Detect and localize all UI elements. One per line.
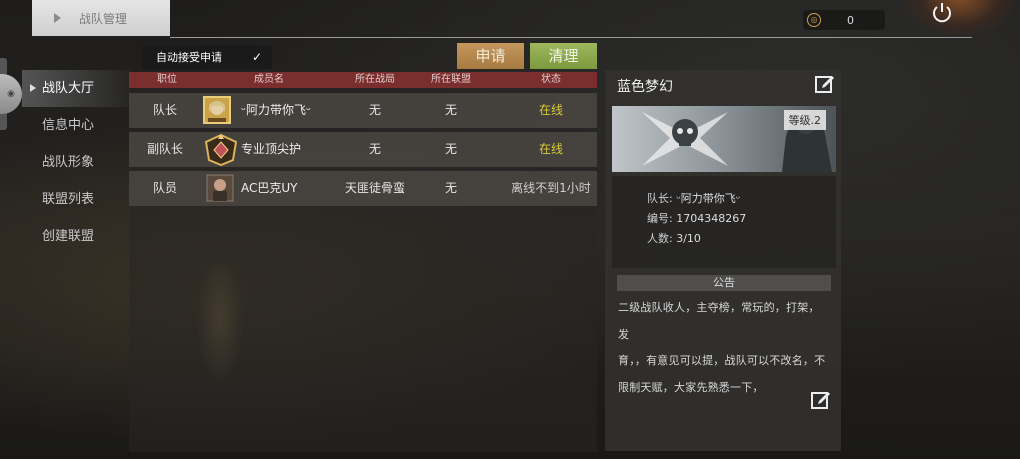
team-level-badge: 等级.2 — [783, 110, 826, 130]
member-count-value: 3/10 — [676, 232, 701, 245]
member-name: AC巴克UY — [241, 181, 298, 195]
table-row[interactable]: 队长 ᵕ阿力带你飞ᵕ 无 无 在线 — [129, 93, 597, 128]
edit-notice-icon[interactable] — [811, 389, 831, 409]
clear-button[interactable]: 清理 — [530, 43, 597, 69]
member-position: 副队长 — [146, 142, 183, 156]
column-header-name: 成员名 — [254, 74, 284, 85]
sidebar-item-label: 创建联盟 — [42, 229, 95, 244]
notice-line: 二级战队收人，主夺榜，常玩的，打架，发 — [618, 301, 820, 341]
member-match: 无 — [368, 103, 381, 117]
member-status: 在线 — [538, 103, 563, 117]
sidebar-item-create-alliance[interactable]: 创建联盟 — [22, 218, 130, 255]
header-divider — [170, 37, 972, 38]
team-id-line: 编号: 1704348267 — [647, 210, 746, 226]
notice-line: 育，，有意见可以提，战队可以不改名，不 — [618, 354, 826, 367]
leader-value: ᵕ阿力带你飞ᵕ — [676, 192, 741, 205]
sidebar-item-alliance-list[interactable]: 联盟列表 — [22, 181, 130, 218]
window-title: 战队管理 — [79, 11, 128, 26]
team-info-panel: 蓝色梦幻 等级.2 队长: ᵕ阿力带你飞ᵕ 编号: 1704348267 人数: — [605, 70, 841, 451]
column-header-status: 状态 — [541, 74, 561, 85]
window-title-tab[interactable]: 战队管理 — [32, 0, 170, 36]
member-avatar-icon — [203, 96, 231, 124]
vice-captain-badge-icon — [204, 134, 238, 166]
member-match: 无 — [368, 142, 381, 156]
column-header-position: 职位 — [157, 74, 177, 85]
power-icon[interactable] — [931, 2, 953, 24]
member-count-label: 人数: — [647, 232, 673, 245]
member-position: 队长 — [152, 103, 177, 117]
coin-icon: ◎ — [807, 13, 821, 27]
team-id-value: 1704348267 — [676, 212, 747, 225]
auto-accept-label: 自动接受申请 — [156, 51, 222, 64]
team-name: 蓝色梦幻 — [617, 79, 673, 95]
sidebar-item-label: 战队形象 — [42, 155, 95, 170]
table-row[interactable]: 副队长 专业顶尖护 无 无 在线 — [129, 132, 597, 167]
member-alliance: 无 — [444, 142, 457, 156]
team-banner: 等级.2 — [612, 106, 836, 172]
top-bar: 战队管理 ◎ 0 — [0, 0, 1020, 40]
sidebar-item-info-center[interactable]: 信息中心 — [22, 107, 130, 144]
coin-counter: ◎ 0 — [803, 10, 885, 30]
apply-button[interactable]: 申请 — [457, 43, 524, 69]
column-header-alliance: 所在联盟 — [431, 74, 471, 85]
team-id-label: 编号: — [647, 212, 673, 225]
member-status: 在线 — [538, 142, 563, 156]
sidebar-item-team-hall[interactable]: 战队大厅 — [22, 70, 130, 107]
sidebar-item-label: 战队大厅 — [42, 81, 95, 96]
sidebar-item-label: 信息中心 — [42, 118, 95, 133]
player-avatar-icon[interactable]: ◉ — [0, 74, 22, 114]
edit-team-icon[interactable] — [815, 73, 835, 93]
member-avatar-icon — [206, 174, 234, 202]
notice-header: 公告 — [617, 275, 831, 291]
auto-accept-checkbox[interactable]: ✓ — [252, 51, 264, 63]
member-match: 天匪徒骨蛮 — [344, 181, 405, 195]
team-details: 队长: ᵕ阿力带你飞ᵕ 编号: 1704348267 人数: 3/10 — [612, 176, 836, 268]
member-count-line: 人数: 3/10 — [647, 230, 701, 246]
auto-accept-toggle[interactable]: 自动接受申请 ✓ — [142, 45, 272, 69]
play-arrow-icon — [54, 13, 61, 23]
member-name: 专业顶尖护 — [241, 142, 302, 156]
member-position: 队员 — [152, 181, 177, 195]
member-table: 职位 成员名 所在战局 所在联盟 状态 队长 ᵕ阿力带你飞ᵕ 无 无 在线 副队… — [129, 72, 597, 452]
notice-line: 限制天赋，大家先熟悉一下， — [618, 380, 764, 394]
sidebar: 战队大厅 信息中心 战队形象 联盟列表 创建联盟 — [22, 70, 130, 255]
column-header-match: 所在战局 — [355, 74, 395, 85]
member-name: ᵕ阿力带你飞ᵕ — [241, 103, 311, 117]
member-status: 离线不到1小时 — [511, 181, 591, 195]
table-header: 职位 成员名 所在战局 所在联盟 状态 — [129, 72, 597, 88]
notice-body: 二级战队收人，主夺榜，常玩的，打架，发 育，，有意见可以提，战队可以不改名，不 … — [618, 295, 830, 401]
coin-value: 0 — [847, 13, 854, 27]
sidebar-item-label: 联盟列表 — [42, 192, 95, 207]
sidebar-item-team-image[interactable]: 战队形象 — [22, 144, 130, 181]
member-alliance: 无 — [444, 181, 457, 195]
skull-emblem-icon — [642, 112, 728, 166]
member-alliance: 无 — [444, 103, 457, 117]
power-glow — [900, 0, 1020, 40]
table-row[interactable]: 队员 AC巴克UY 天匪徒骨蛮 无 离线不到1小时 — [129, 171, 597, 206]
leader-line: 队长: ᵕ阿力带你飞ᵕ — [647, 190, 740, 206]
leader-label: 队长: — [647, 192, 673, 205]
